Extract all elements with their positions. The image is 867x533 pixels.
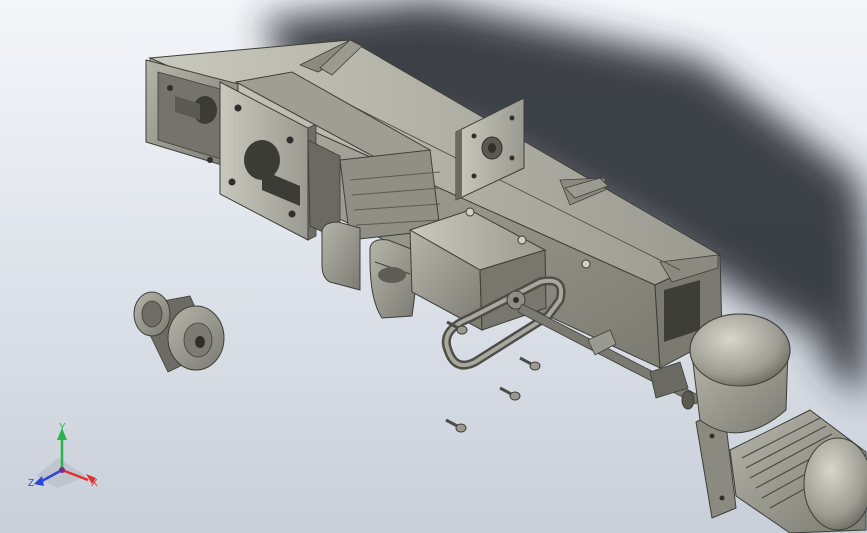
bolt-hole: [234, 104, 242, 112]
bolt-hole: [228, 178, 236, 186]
bolt[interactable]: [445, 418, 467, 433]
assembly-scene[interactable]: Y X Z: [0, 0, 867, 533]
bolt-hole: [286, 136, 294, 144]
y-axis-label: Y: [59, 422, 66, 433]
z-axis-label: Z: [28, 478, 34, 489]
view-triad[interactable]: Y X Z: [28, 422, 98, 489]
bolt[interactable]: [519, 356, 541, 371]
bolt-hole: [288, 210, 296, 218]
x-axis-label: X: [91, 478, 98, 489]
bolt[interactable]: [499, 386, 521, 401]
pulley[interactable]: [133, 291, 225, 373]
cad-viewport[interactable]: Y X Z: [0, 0, 867, 533]
bolt: [581, 259, 591, 269]
